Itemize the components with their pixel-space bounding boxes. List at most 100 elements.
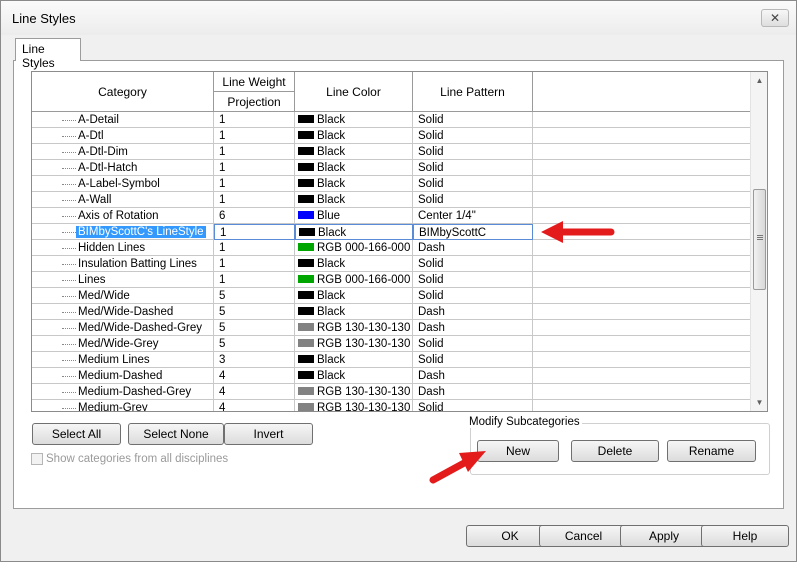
line-weight-cell[interactable]: 1 <box>214 272 295 288</box>
table-row[interactable]: A-Dtl-Dim 1 Black Solid <box>32 144 752 160</box>
line-color-cell[interactable]: Blue <box>295 208 413 224</box>
line-pattern-cell[interactable]: Dash <box>413 304 533 320</box>
table-row[interactable]: Medium Lines 3 Black Solid <box>32 352 752 368</box>
category-cell[interactable]: Medium Lines <box>32 352 214 368</box>
table-row[interactable]: Medium-Dashed 4 Black Dash <box>32 368 752 384</box>
header-line-weight[interactable]: Line Weight Projection <box>214 72 295 112</box>
line-color-cell[interactable]: RGB 130-130-130 <box>295 384 413 400</box>
table-row[interactable]: A-Dtl 1 Black Solid <box>32 128 752 144</box>
line-color-cell[interactable]: Black <box>295 352 413 368</box>
header-category[interactable]: Category <box>32 72 214 112</box>
line-color-cell[interactable]: Black <box>295 304 413 320</box>
line-color-cell[interactable]: Black <box>295 192 413 208</box>
category-cell[interactable]: Med/Wide-Grey <box>32 336 214 352</box>
category-cell[interactable]: A-Dtl-Dim <box>32 144 214 160</box>
category-cell[interactable]: A-Dtl-Hatch <box>32 160 214 176</box>
category-cell[interactable]: Insulation Batting Lines <box>32 256 214 272</box>
show-all-disciplines[interactable]: Show categories from all disciplines <box>31 453 228 465</box>
line-pattern-cell[interactable]: Solid <box>413 192 533 208</box>
line-weight-cell[interactable]: 1 <box>214 224 295 240</box>
table-row[interactable]: A-Label-Symbol 1 Black Solid <box>32 176 752 192</box>
line-weight-cell[interactable]: 1 <box>214 240 295 256</box>
line-pattern-cell[interactable]: Solid <box>413 112 533 128</box>
line-pattern-cell[interactable]: BIMbyScottC <box>413 224 533 240</box>
table-row[interactable]: Med/Wide-Dashed 5 Black Dash <box>32 304 752 320</box>
vertical-scrollbar[interactable]: ▲ ▼ <box>750 72 767 411</box>
category-cell[interactable]: A-Detail <box>32 112 214 128</box>
line-weight-cell[interactable]: 1 <box>214 144 295 160</box>
line-weight-cell[interactable]: 1 <box>214 256 295 272</box>
invert-button[interactable]: Invert <box>224 423 313 445</box>
rename-button[interactable]: Rename <box>667 440 756 462</box>
category-cell[interactable]: Lines <box>32 272 214 288</box>
line-color-cell[interactable]: Black <box>295 176 413 192</box>
line-pattern-cell[interactable]: Solid <box>413 160 533 176</box>
table-row[interactable]: BIMbyScottC's LineStyle 1 Black BIMbyScottC <box>32 224 752 240</box>
category-cell[interactable]: BIMbyScottC's LineStyle <box>32 224 214 240</box>
line-weight-cell[interactable]: 4 <box>214 384 295 400</box>
line-weight-cell[interactable]: 1 <box>214 192 295 208</box>
line-weight-cell[interactable]: 5 <box>214 336 295 352</box>
new-button[interactable]: New <box>477 440 559 462</box>
line-weight-cell[interactable]: 6 <box>214 208 295 224</box>
show-all-disciplines-checkbox[interactable] <box>31 453 43 465</box>
close-button[interactable]: ✕ <box>761 9 789 27</box>
header-line-pattern[interactable]: Line Pattern <box>413 72 533 112</box>
table-row[interactable]: Med/Wide-Grey 5 RGB 130-130-130 Solid <box>32 336 752 352</box>
line-weight-cell[interactable]: 1 <box>214 128 295 144</box>
line-weight-cell[interactable]: 1 <box>214 160 295 176</box>
table-row[interactable]: A-Dtl-Hatch 1 Black Solid <box>32 160 752 176</box>
category-cell[interactable]: Med/Wide-Dashed-Grey <box>32 320 214 336</box>
scroll-down-icon[interactable]: ▼ <box>751 394 767 411</box>
table-row[interactable]: A-Wall 1 Black Solid <box>32 192 752 208</box>
category-cell[interactable]: A-Wall <box>32 192 214 208</box>
line-pattern-cell[interactable]: Solid <box>413 256 533 272</box>
tab-line-styles[interactable]: Line Styles <box>15 38 81 70</box>
line-color-cell[interactable]: RGB 000-166-000 <box>295 240 413 256</box>
apply-button[interactable]: Apply <box>620 525 708 547</box>
scroll-thumb[interactable] <box>753 189 766 290</box>
table-row[interactable]: Lines 1 RGB 000-166-000 Solid <box>32 272 752 288</box>
line-color-cell[interactable]: Black <box>295 256 413 272</box>
line-color-cell[interactable]: RGB 130-130-130 <box>295 320 413 336</box>
table-row[interactable]: Med/Wide-Dashed-Grey 5 RGB 130-130-130 Dash <box>32 320 752 336</box>
category-cell[interactable]: A-Dtl <box>32 128 214 144</box>
line-pattern-cell[interactable]: Dash <box>413 384 533 400</box>
table-row[interactable]: Medium-Grey 4 RGB 130-130-130 Solid <box>32 400 752 411</box>
header-line-color[interactable]: Line Color <box>295 72 413 112</box>
line-weight-cell[interactable]: 1 <box>214 176 295 192</box>
line-weight-cell[interactable]: 4 <box>214 368 295 384</box>
line-color-cell[interactable]: Black <box>295 112 413 128</box>
help-button[interactable]: Help <box>701 525 789 547</box>
line-pattern-cell[interactable]: Solid <box>413 128 533 144</box>
line-pattern-cell[interactable]: Solid <box>413 400 533 411</box>
category-cell[interactable]: Medium-Dashed-Grey <box>32 384 214 400</box>
title-bar[interactable]: Line Styles ✕ <box>1 1 796 35</box>
line-pattern-cell[interactable]: Dash <box>413 368 533 384</box>
table-row[interactable]: Axis of Rotation 6 Blue Center 1/4" <box>32 208 752 224</box>
delete-button[interactable]: Delete <box>571 440 659 462</box>
table-row[interactable]: Medium-Dashed-Grey 4 RGB 130-130-130 Dash <box>32 384 752 400</box>
category-cell[interactable]: Axis of Rotation <box>32 208 214 224</box>
line-color-cell[interactable]: Black <box>295 288 413 304</box>
category-cell[interactable]: Medium-Dashed <box>32 368 214 384</box>
category-cell[interactable]: Hidden Lines <box>32 240 214 256</box>
line-weight-cell[interactable]: 4 <box>214 400 295 411</box>
line-pattern-cell[interactable]: Solid <box>413 352 533 368</box>
line-color-cell[interactable]: RGB 130-130-130 <box>295 336 413 352</box>
line-pattern-cell[interactable]: Solid <box>413 144 533 160</box>
scroll-up-icon[interactable]: ▲ <box>751 72 767 89</box>
line-weight-cell[interactable]: 1 <box>214 112 295 128</box>
category-cell[interactable]: Med/Wide <box>32 288 214 304</box>
line-pattern-cell[interactable]: Dash <box>413 320 533 336</box>
select-none-button[interactable]: Select None <box>128 423 224 445</box>
line-pattern-cell[interactable]: Solid <box>413 176 533 192</box>
category-cell[interactable]: Medium-Grey <box>32 400 214 411</box>
category-cell[interactable]: A-Label-Symbol <box>32 176 214 192</box>
line-color-cell[interactable]: Black <box>295 368 413 384</box>
line-color-cell[interactable]: Black <box>295 224 413 240</box>
table-row[interactable]: A-Detail 1 Black Solid <box>32 112 752 128</box>
line-weight-cell[interactable]: 3 <box>214 352 295 368</box>
line-pattern-cell[interactable]: Solid <box>413 288 533 304</box>
line-pattern-cell[interactable]: Dash <box>413 240 533 256</box>
